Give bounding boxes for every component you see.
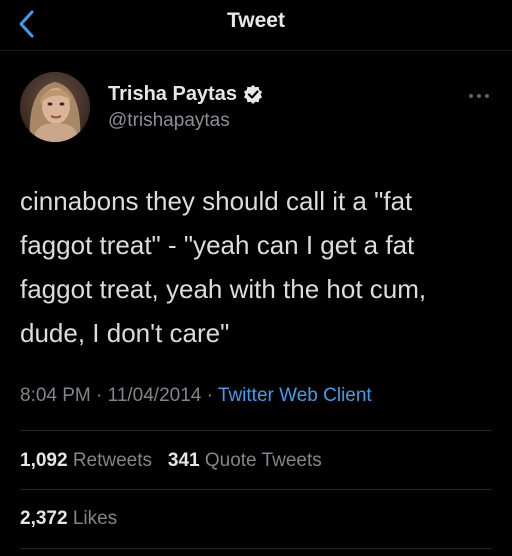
likes-count: 2,372 bbox=[20, 508, 68, 529]
engagement-stats: 1,092 Retweets 341 Quote Tweets bbox=[20, 450, 322, 472]
tweet-time[interactable]: 8:04 PM bbox=[20, 385, 91, 406]
tweet-text: cinnabons they should call it a "fat fag… bbox=[20, 179, 500, 355]
tweet-text-line: cinnabons they should call it a "fat bbox=[20, 186, 413, 216]
more-options-icon bbox=[469, 94, 489, 98]
retweets-label: Retweets bbox=[72, 450, 153, 471]
likes-stats: 2,372 Likes bbox=[20, 508, 117, 530]
avatar[interactable] bbox=[20, 72, 90, 142]
meta-separator: · bbox=[96, 385, 103, 406]
quote-tweets-stat[interactable]: 341 Quote Tweets bbox=[168, 450, 322, 471]
divider bbox=[20, 489, 492, 490]
retweets-stat[interactable]: 1,092 Retweets bbox=[20, 450, 157, 471]
tweet-meta: 8:04 PM · 11/04/2014 · Twitter Web Clien… bbox=[20, 385, 372, 407]
more-options-button[interactable] bbox=[466, 88, 492, 98]
likes-stat[interactable]: 2,372 Likes bbox=[20, 508, 117, 529]
author-handle[interactable]: @trishapaytas bbox=[108, 110, 230, 132]
quote-tweets-count: 341 bbox=[167, 450, 200, 471]
verified-badge-icon bbox=[243, 85, 262, 104]
tweet-text-line: faggot treat" - "yeah can I get a fat bbox=[20, 230, 415, 260]
author-name: Trisha Paytas bbox=[108, 82, 237, 105]
profile-photo bbox=[20, 72, 90, 142]
likes-label: Likes bbox=[72, 508, 118, 529]
page-title: Tweet bbox=[227, 9, 285, 32]
tweet-text-line: dude, I don't care" bbox=[20, 318, 230, 348]
tweet-date[interactable]: 11/04/2014 bbox=[108, 385, 202, 406]
tweet-client-link[interactable]: Twitter Web Client bbox=[218, 385, 372, 406]
meta-separator: · bbox=[206, 385, 213, 406]
quote-tweets-label: Quote Tweets bbox=[204, 450, 322, 471]
retweets-count: 1,092 bbox=[20, 450, 68, 471]
tweet-text-line: faggot treat, yeah with the hot cum, bbox=[20, 274, 427, 304]
divider bbox=[20, 548, 492, 549]
author-name-row[interactable]: Trisha Paytas bbox=[108, 81, 263, 107]
divider bbox=[20, 430, 492, 431]
top-bar: Tweet bbox=[0, 0, 512, 51]
